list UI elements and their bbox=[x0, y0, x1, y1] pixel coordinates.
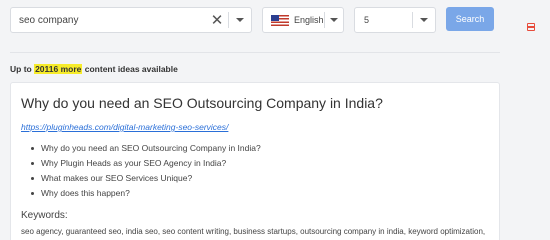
list-item: What makes our SEO Services Unique? bbox=[31, 171, 489, 186]
list-item: Why do you need an SEO Outsourcing Compa… bbox=[31, 141, 489, 156]
close-icon[interactable]: ✕ bbox=[206, 8, 228, 32]
ideas-suffix: content ideas available bbox=[82, 64, 178, 74]
us-flag-icon bbox=[271, 14, 289, 26]
ideas-prefix: Up to bbox=[10, 64, 35, 74]
bookmark-icon[interactable] bbox=[527, 23, 535, 31]
chevron-down-icon[interactable] bbox=[229, 8, 251, 32]
keywords-list: seo agency, guaranteed seo, india seo, s… bbox=[21, 227, 486, 240]
idea-card: Why do you need an SEO Outsourcing Compa… bbox=[10, 82, 500, 240]
card-url[interactable]: https://pluginheads.com/digital-marketin… bbox=[21, 122, 228, 132]
keywords-heading: Keywords: bbox=[21, 210, 68, 221]
language-label: English bbox=[294, 15, 324, 25]
search-query[interactable]: seo company bbox=[11, 15, 206, 26]
search-button[interactable]: Search bbox=[446, 7, 494, 31]
ideas-highlight: 20116 more bbox=[34, 64, 83, 74]
count-label: 5 bbox=[364, 15, 370, 25]
search-input[interactable]: seo company ✕ bbox=[10, 7, 252, 33]
list-item: Why does this happen? bbox=[31, 186, 489, 201]
chevron-down-icon[interactable] bbox=[325, 18, 343, 22]
count-select[interactable]: 5 bbox=[354, 7, 436, 33]
toolbar: seo company ✕ English 5 Search bbox=[0, 0, 550, 44]
card-title: Why do you need an SEO Outsourcing Compa… bbox=[21, 95, 383, 111]
ideas-count: Up to 20116 more content ideas available bbox=[10, 64, 178, 74]
section-divider bbox=[10, 52, 500, 53]
list-item: Why Plugin Heads as your SEO Agency in I… bbox=[31, 156, 489, 171]
chevron-down-icon[interactable] bbox=[413, 18, 435, 22]
bullet-list: Why do you need an SEO Outsourcing Compa… bbox=[21, 141, 489, 201]
language-select[interactable]: English bbox=[262, 7, 344, 33]
